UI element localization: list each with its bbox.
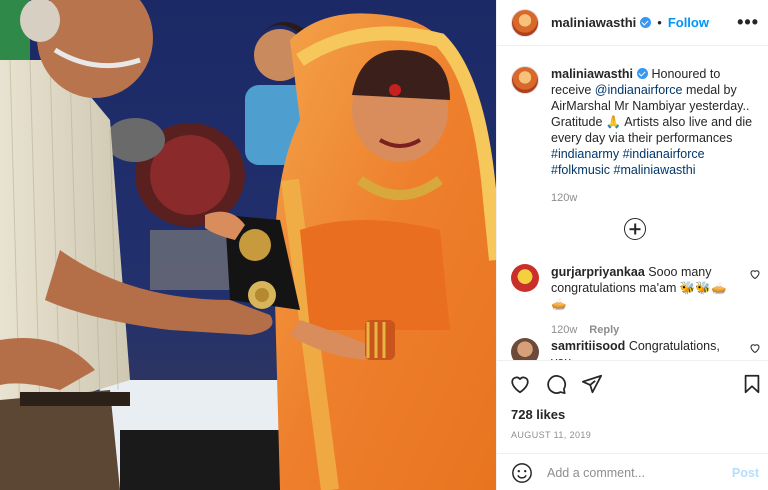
comment-text: gurjarpriyankaa Sooo many congratulation… — [551, 264, 739, 312]
bookmark-icon[interactable] — [741, 373, 763, 395]
post-comment-button[interactable]: Post — [732, 466, 759, 480]
photo-illustration — [0, 0, 496, 490]
caption-author-avatar[interactable] — [511, 66, 539, 94]
post-header: maliniawasthi • Follow ••• — [497, 0, 768, 46]
verified-badge-icon — [640, 17, 652, 28]
follow-button[interactable]: Follow — [668, 15, 709, 30]
caption-text: maliniawasthi Honoured to receive @india… — [551, 66, 761, 178]
emoji-icon[interactable] — [511, 462, 533, 484]
likes-count[interactable]: 728 likes — [511, 407, 565, 422]
commenter-avatar[interactable] — [511, 264, 539, 292]
caption-verified-badge-icon — [636, 68, 648, 79]
caption-username[interactable]: maliniawasthi — [551, 67, 633, 81]
heart-icon[interactable] — [509, 373, 531, 395]
comment-icon[interactable] — [545, 373, 567, 395]
post-photo[interactable] — [0, 0, 496, 490]
comment-item: samritiisood Congratulations, you — [511, 338, 761, 360]
commenter-avatar[interactable] — [511, 338, 539, 360]
comment-like-heart-icon[interactable] — [749, 342, 761, 354]
comment-item: gurjarpriyankaa Sooo many congratulation… — [511, 264, 761, 336]
share-icon[interactable] — [581, 373, 603, 395]
post-caption: maliniawasthi Honoured to receive @india… — [511, 66, 761, 204]
author-username[interactable]: maliniawasthi — [551, 15, 636, 30]
action-icons — [509, 373, 603, 395]
more-options-icon[interactable]: ••• — [737, 13, 759, 31]
header-separator: • — [657, 15, 662, 30]
comment-text: samritiisood Congratulations, you — [551, 338, 739, 360]
add-comment-bar: Post — [497, 453, 768, 490]
post-actions: 728 likes AUGUST 11, 2019 Post — [497, 360, 768, 490]
post-date[interactable]: AUGUST 11, 2019 — [511, 430, 591, 440]
comments-list: gurjarpriyankaa Sooo many congratulation… — [497, 256, 768, 360]
caption-mention-link[interactable]: @indianairforce — [595, 83, 683, 97]
commenter-username[interactable]: gurjarpriyankaa — [551, 265, 645, 279]
post-side-panel: maliniawasthi • Follow ••• maliniawasthi… — [496, 0, 768, 490]
comment-timestamp[interactable]: 120w — [551, 324, 577, 336]
commenter-username[interactable]: samritiisood — [551, 339, 625, 353]
author-avatar[interactable] — [511, 8, 539, 37]
caption-hashtags[interactable]: #indianarmy #indianairforce #folkmusic #… — [551, 147, 705, 177]
reply-button[interactable]: Reply — [589, 324, 619, 336]
add-comment-input[interactable] — [547, 465, 717, 480]
load-more-comments-icon[interactable] — [624, 218, 646, 240]
save-button[interactable] — [741, 373, 763, 395]
caption-timestamp[interactable]: 120w — [551, 192, 761, 204]
comment-like-heart-icon[interactable] — [749, 268, 761, 280]
comment-meta: 120w Reply — [551, 324, 739, 336]
